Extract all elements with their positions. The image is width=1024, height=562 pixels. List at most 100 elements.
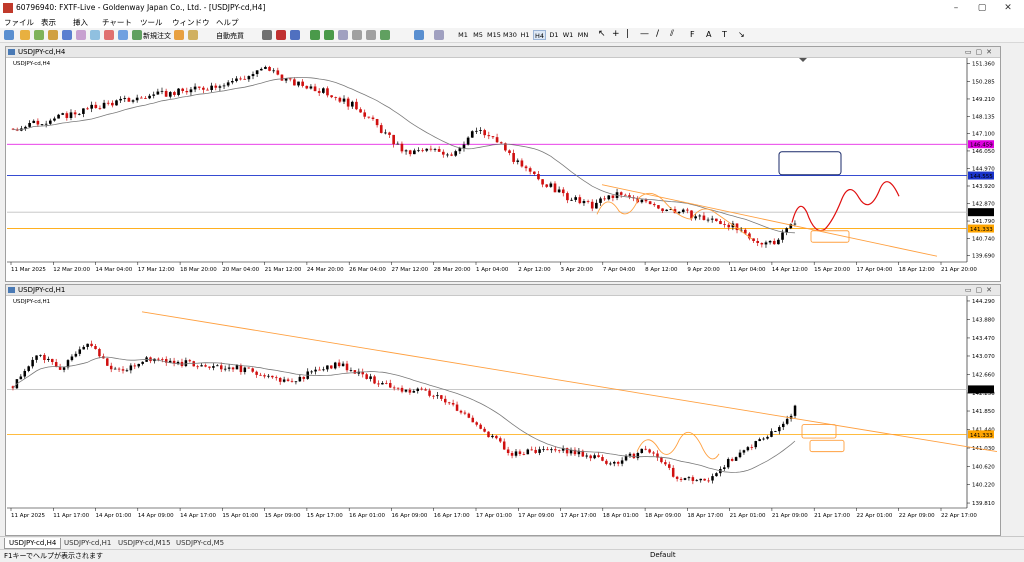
zoom-in-icon[interactable]	[310, 30, 320, 40]
tf-mn[interactable]: MN	[576, 30, 590, 40]
tf-m15[interactable]: M15	[487, 30, 501, 40]
tf-m30[interactable]: M30	[503, 30, 517, 40]
candlestick-icon[interactable]	[276, 30, 286, 40]
menu-file[interactable]: ファイル	[4, 17, 34, 28]
fibonacci-icon[interactable]: F	[690, 30, 695, 39]
chart-window-titlebar[interactable]: USDJPY-cd,H4 ▭▢✕	[6, 47, 1000, 58]
vertical-line-icon[interactable]: |	[626, 29, 629, 39]
candle-body	[665, 209, 669, 211]
candle-body	[593, 455, 596, 459]
maximize-button[interactable]: ▢	[970, 2, 994, 14]
candle-body	[375, 119, 379, 126]
indicators-icon[interactable]	[380, 30, 390, 40]
tf-m5[interactable]: M5	[472, 30, 484, 40]
candle-body	[160, 90, 164, 92]
terminal-icon[interactable]	[76, 30, 86, 40]
candle-body	[202, 87, 205, 90]
chart-window-h4[interactable]: USDJPY-cd,H4 ▭▢✕ 151.360 150.285 149.210 14…	[5, 46, 1001, 282]
candle-body	[730, 459, 734, 461]
candle-body	[139, 97, 143, 99]
open-folder-icon[interactable]	[20, 30, 30, 40]
templates-icon[interactable]	[434, 30, 444, 40]
new-chart-icon[interactable]	[4, 30, 14, 40]
auto-trading-button[interactable]: 自動売買	[216, 31, 244, 41]
tab-usdjpy-h4[interactable]: USDJPY-cd,H4	[4, 538, 62, 549]
candle-body	[715, 218, 718, 222]
candle-body	[127, 97, 131, 102]
chart-window-title: USDJPY-cd,H1	[18, 286, 66, 294]
minimize-button[interactable]: –	[944, 2, 968, 14]
candle-body	[723, 224, 726, 225]
candle-body	[463, 412, 467, 414]
market-watch-icon[interactable]	[34, 30, 44, 40]
trendline-icon[interactable]: /	[656, 29, 659, 39]
candle-body	[326, 365, 329, 370]
line-chart-icon[interactable]	[290, 30, 300, 40]
label-tool-icon[interactable]: T	[722, 30, 727, 39]
candle-body	[282, 379, 286, 382]
tf-m1[interactable]: M1	[458, 30, 468, 40]
data-window-icon[interactable]	[48, 30, 58, 40]
candle-body	[341, 363, 345, 367]
chart-shift-icon[interactable]	[366, 30, 376, 40]
tf-h4[interactable]: H4	[533, 30, 546, 40]
candle-body	[550, 449, 553, 451]
text-tool-icon[interactable]: A	[706, 30, 711, 39]
candle-body	[648, 201, 652, 205]
candle-body	[417, 150, 420, 152]
crosshair-icon[interactable]: +	[612, 29, 620, 39]
bar-chart-icon[interactable]	[262, 30, 272, 40]
time-label: 21 Apr 01:00	[730, 513, 766, 519]
menu-view[interactable]: 表示	[41, 17, 56, 28]
chart-window-controls[interactable]: ▭▢✕	[965, 48, 996, 56]
candle-body	[369, 376, 372, 379]
candle-body	[518, 451, 522, 455]
candle-body	[212, 366, 215, 368]
navigator-icon[interactable]	[62, 30, 72, 40]
periods-icon[interactable]	[414, 30, 424, 40]
options-icon[interactable]	[104, 30, 114, 40]
candle-body	[657, 205, 660, 209]
menu-chart[interactable]: チャート	[102, 17, 132, 28]
horizontal-line-icon[interactable]: —	[640, 29, 649, 39]
tab-usdjpy-m5[interactable]: USDJPY-cd,M5	[172, 538, 228, 548]
candle-body	[346, 98, 350, 107]
arrows-tool-icon[interactable]: ↘	[738, 30, 745, 39]
menu-bar: ファイル 表示 挿入 チャート ツール ウィンドウ ヘルプ	[0, 16, 1024, 28]
chart-window-titlebar[interactable]: USDJPY-cd,H1 ▭▢✕	[6, 285, 1000, 296]
candle-body	[479, 424, 482, 429]
plot-area[interactable]	[7, 296, 967, 508]
tf-d1[interactable]: D1	[548, 30, 560, 40]
autoscroll-icon[interactable]	[352, 30, 362, 40]
candle-body	[313, 86, 317, 92]
new-order-icon[interactable]	[132, 30, 142, 40]
price-chart-h1[interactable]: 144.290143.880143.470143.070142.660142.2…	[7, 296, 999, 534]
menu-help[interactable]: ヘルプ	[216, 17, 239, 28]
candle-body	[181, 88, 185, 91]
strategy-tester-icon[interactable]	[90, 30, 100, 40]
menu-insert[interactable]: 挿入	[73, 17, 88, 28]
channel-icon[interactable]: ⫽	[670, 29, 674, 39]
chart-window-h1[interactable]: USDJPY-cd,H1 ▭▢✕ 144.290 143.880 143.470 14…	[5, 284, 1001, 536]
tf-w1[interactable]: W1	[562, 30, 574, 40]
chart-window-controls[interactable]: ▭▢✕	[965, 286, 996, 294]
price-chart-h4[interactable]: 151.360 150.285 149.210 148.135 147.100 146.0…	[7, 58, 999, 280]
candle-body	[711, 476, 714, 481]
new-order-button[interactable]: 新規注文	[143, 31, 171, 41]
tile-windows-icon[interactable]	[338, 30, 348, 40]
cursor-icon[interactable]: ↖	[598, 29, 606, 39]
plot-area[interactable]	[7, 58, 967, 262]
tf-h1[interactable]: H1	[519, 30, 531, 40]
menu-window[interactable]: ウィンドウ	[172, 17, 210, 28]
candle-body	[70, 356, 74, 361]
candle-body	[703, 478, 706, 481]
close-button[interactable]: ✕	[996, 2, 1020, 14]
metaeditor-icon[interactable]	[174, 30, 184, 40]
candle-body	[553, 183, 557, 193]
tab-usdjpy-m15[interactable]: USDJPY-cd,M15	[114, 538, 175, 548]
menu-tools[interactable]: ツール	[140, 17, 163, 28]
zoom-out-icon[interactable]	[324, 30, 334, 40]
tab-usdjpy-h1[interactable]: USDJPY-cd,H1	[60, 538, 115, 548]
history-icon[interactable]	[118, 30, 128, 40]
auto-trading-icon[interactable]	[188, 30, 198, 40]
